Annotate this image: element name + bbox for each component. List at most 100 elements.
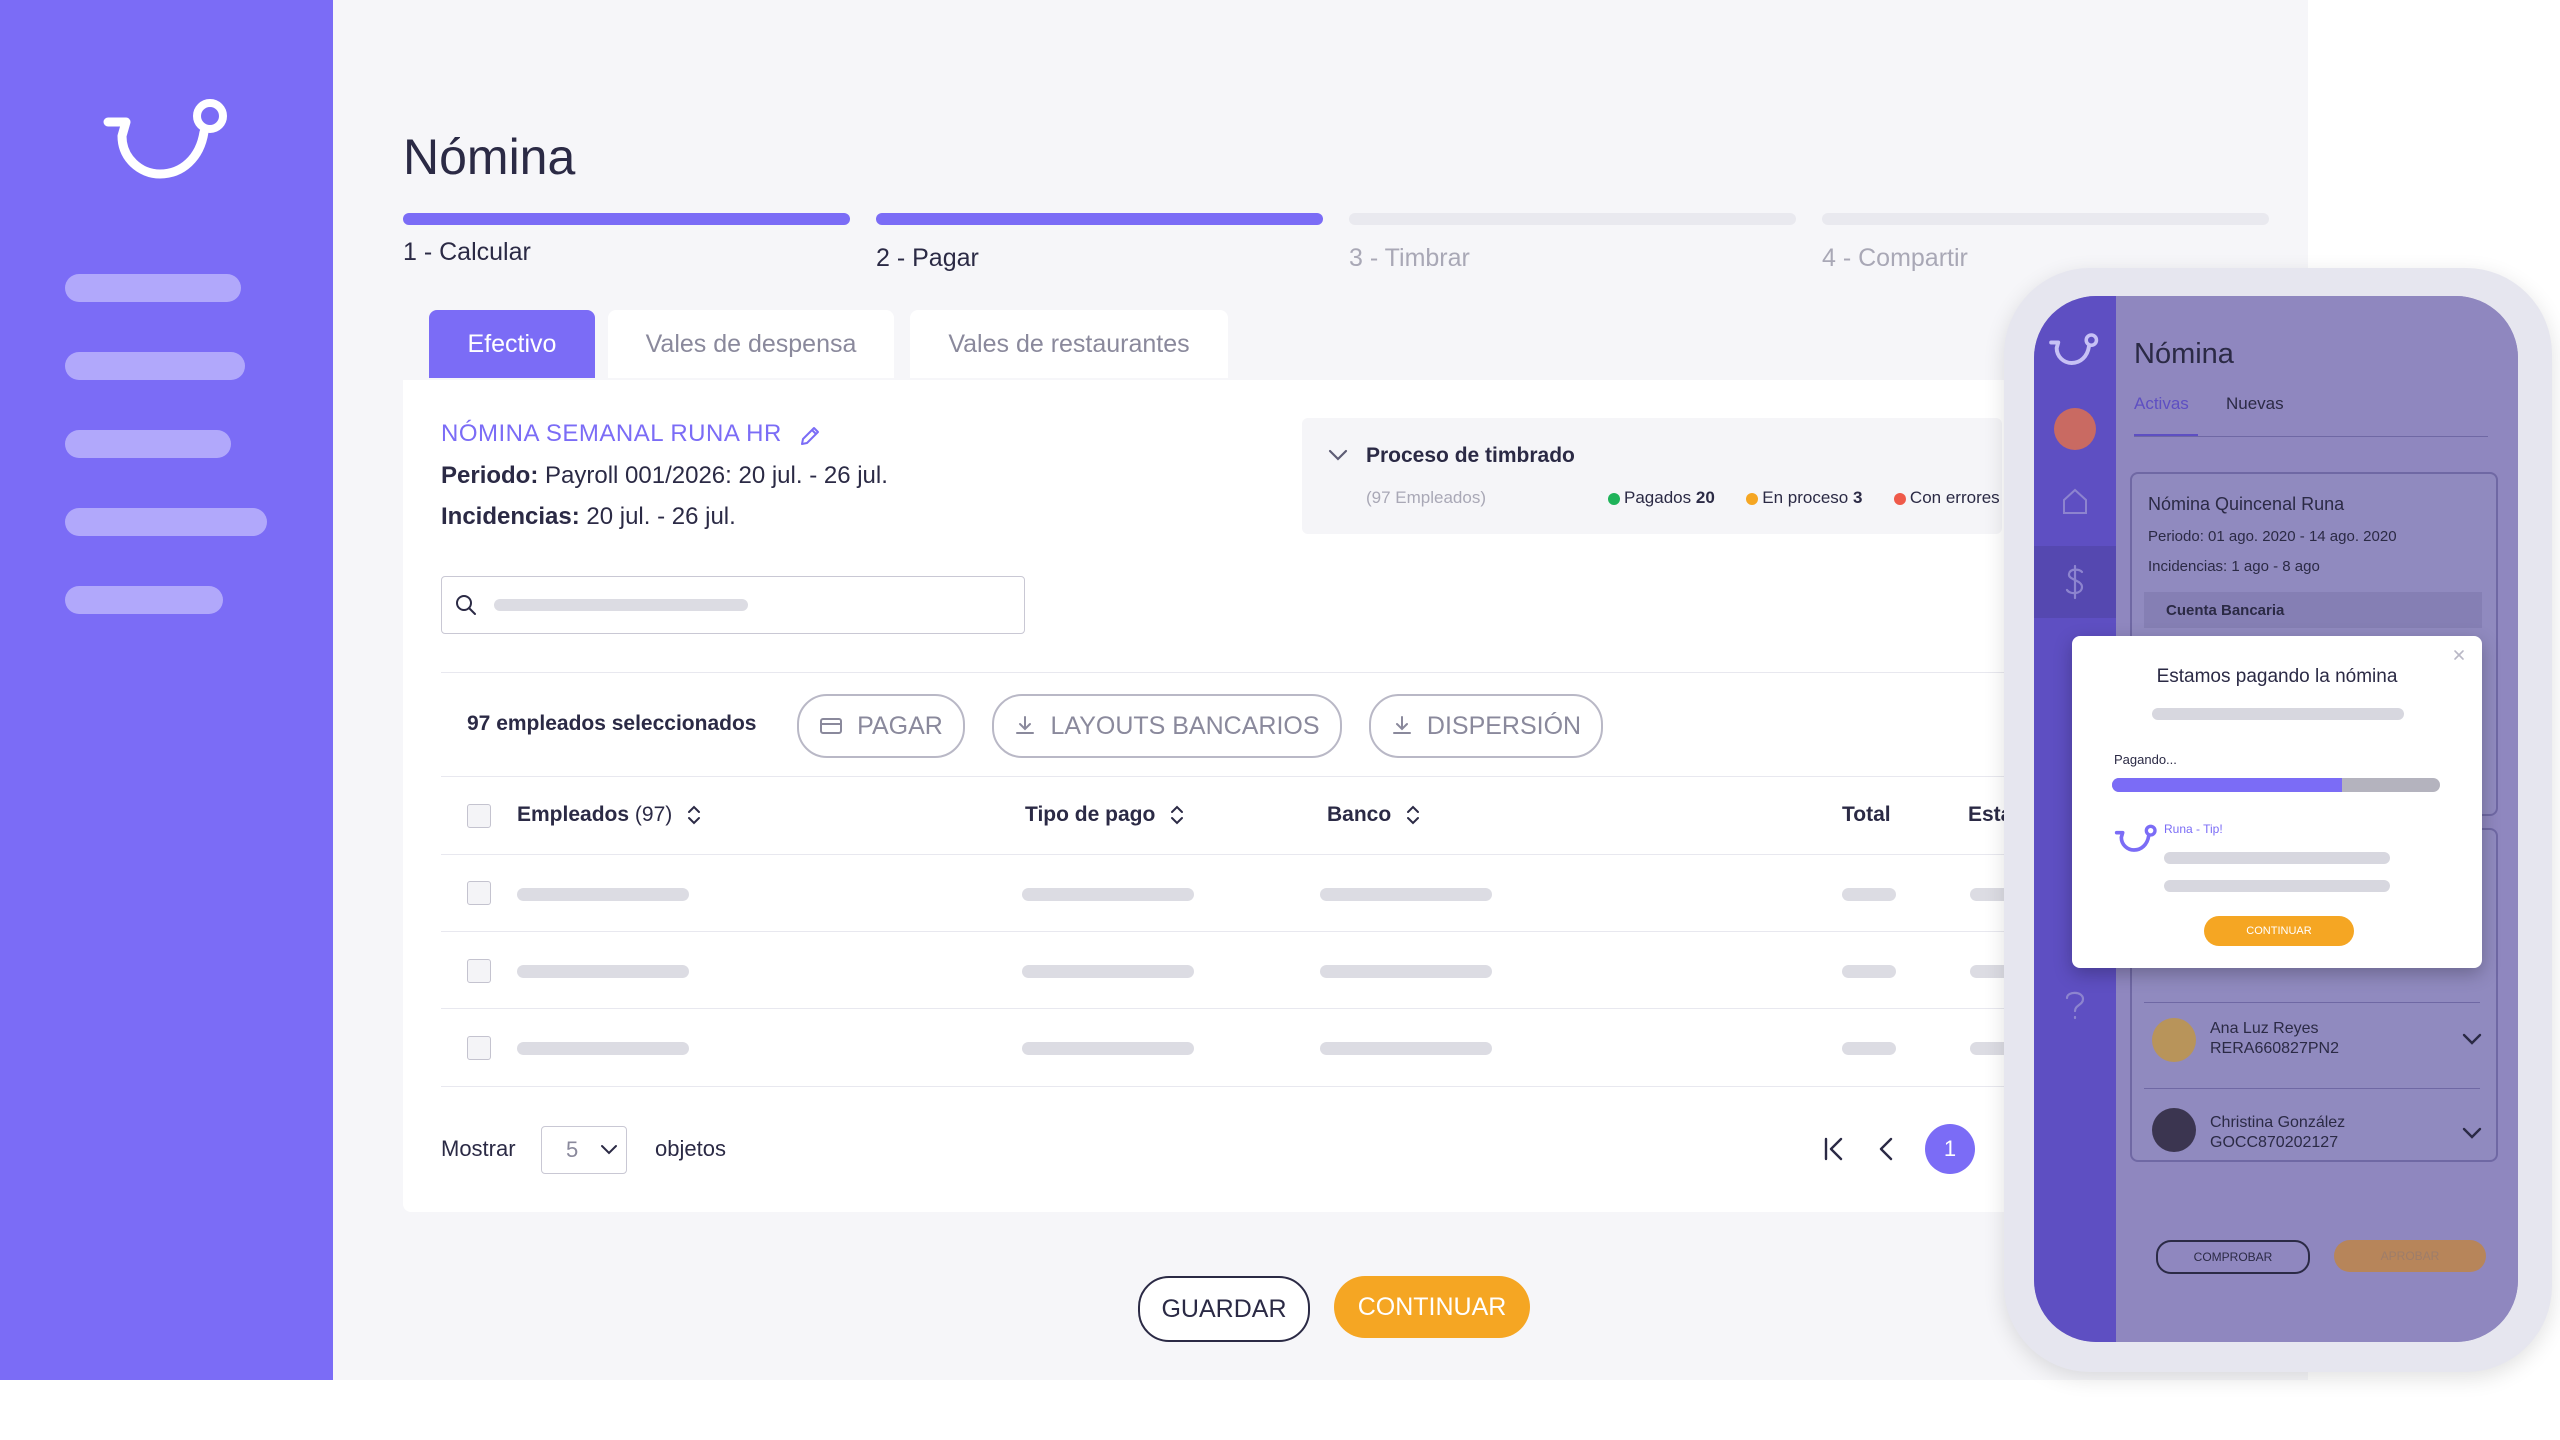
search-placeholder <box>494 599 748 611</box>
search-icon <box>456 595 476 615</box>
row-skeleton <box>1022 965 1194 978</box>
proceso-count: 3 <box>1852 488 1863 507</box>
prev-page-icon[interactable] <box>1876 1136 1896 1162</box>
page-button-current[interactable]: 1 <box>1925 1124 1975 1174</box>
continuar-button[interactable]: CONTINUAR <box>1334 1276 1530 1338</box>
page-title: Nómina <box>403 129 576 185</box>
phone-comprobar-button[interactable]: COMPROBAR <box>2156 1240 2310 1274</box>
search-input[interactable] <box>441 576 1025 634</box>
runa-logo-icon <box>2049 333 2099 365</box>
step-label-compartir[interactable]: 4 - Compartir <box>1822 244 1968 273</box>
payroll-name: NÓMINA SEMANAL RUNA HR <box>441 420 782 447</box>
chevron-down-icon <box>601 1145 618 1155</box>
col-total[interactable]: Total <box>1842 803 1891 827</box>
col-banco[interactable]: Banco <box>1327 803 1421 827</box>
modal-skeleton <box>2164 852 2390 864</box>
sort-icon[interactable] <box>1405 803 1421 827</box>
divider <box>441 931 2053 932</box>
avatar <box>2152 1108 2196 1152</box>
phone-divider <box>2144 1088 2480 1089</box>
home-icon[interactable] <box>2060 486 2090 516</box>
phone-card-title: Nómina Quincenal Runa <box>2148 494 2345 514</box>
employee-id: GOCC870202127 <box>2210 1134 2339 1151</box>
modal-skeleton <box>2152 708 2404 720</box>
col-tipo-pago[interactable]: Tipo de pago <box>1025 803 1185 827</box>
incidencias-value: 20 jul. - 26 jul. <box>586 503 736 530</box>
objects-label: objetos <box>655 1136 726 1161</box>
row-skeleton <box>1022 888 1194 901</box>
col-empleados[interactable]: Empleados (97) <box>517 803 702 827</box>
phone-card-cuenta: Cuenta Bancaria <box>2166 602 2285 619</box>
modal-tip-label: Runa - Tip! <box>2164 822 2223 836</box>
pencil-icon[interactable] <box>798 424 822 448</box>
pagados-label: Pagados <box>1624 488 1692 507</box>
timbrado-subtitle: (97 Empleados) <box>1366 488 1487 507</box>
col-empleados-label: Empleados <box>517 803 630 826</box>
chevron-down-icon[interactable] <box>1328 448 1348 462</box>
incidencias-label: Incidencias: <box>441 503 580 530</box>
download-icon <box>1392 716 1411 734</box>
modal-progress-track <box>2112 778 2440 792</box>
sidebar-item-2[interactable] <box>65 352 245 380</box>
row-checkbox[interactable] <box>467 881 491 905</box>
sidebar-item-5[interactable] <box>65 586 223 614</box>
row-skeleton <box>1842 888 1896 901</box>
phone-tab-nuevas[interactable]: Nuevas <box>2226 394 2284 414</box>
sidebar-item-3[interactable] <box>65 430 231 458</box>
step-bar-compartir <box>1822 213 2269 225</box>
modal-progress-fill <box>2112 778 2342 792</box>
row-checkbox[interactable] <box>467 959 491 983</box>
employee-id: RERA660827PN2 <box>2210 1040 2339 1057</box>
row-skeleton <box>1842 1042 1896 1055</box>
sidebar-item-4[interactable] <box>65 508 267 536</box>
divider <box>441 672 2053 673</box>
sort-icon[interactable] <box>1169 803 1185 827</box>
phone-card-incidencias: Incidencias: 1 ago - 8 ago <box>2148 558 2320 575</box>
periodo-label: Periodo: <box>441 462 539 489</box>
sidebar-item-1[interactable] <box>65 274 241 302</box>
phone-aprobar-button[interactable]: APROBAR <box>2334 1240 2486 1272</box>
pagados-count: 20 <box>1695 488 1715 507</box>
chevron-down-icon[interactable] <box>2462 1032 2482 1046</box>
step-label-calcular[interactable]: 1 - Calcular <box>403 238 531 267</box>
page-size-select[interactable]: 5 <box>541 1126 627 1174</box>
modal-continuar-button[interactable]: CONTINUAR <box>2204 916 2354 946</box>
phone-tab-activas[interactable]: Activas <box>2134 394 2189 414</box>
row-skeleton <box>517 888 689 901</box>
selected-count: 97 empleados seleccionados <box>467 712 757 735</box>
step-bar-calcular <box>403 213 850 225</box>
guardar-button[interactable]: GUARDAR <box>1138 1276 1310 1342</box>
chevron-down-icon[interactable] <box>2462 1126 2482 1140</box>
pagar-button[interactable]: PAGAR <box>797 694 965 758</box>
errores-label: Con errores <box>1909 488 2000 507</box>
first-page-icon[interactable] <box>1822 1136 1846 1162</box>
runa-logo-icon <box>2114 824 2157 852</box>
payroll-incidencias: Incidencias: 20 jul. - 26 jul. <box>441 503 736 531</box>
divider <box>441 854 2053 855</box>
tab-efectivo[interactable]: Efectivo <box>429 310 595 378</box>
dispersion-label: DISPERSIÓN <box>1426 711 1582 740</box>
layouts-label: LAYOUTS BANCARIOS <box>1050 711 1320 740</box>
dispersion-button[interactable]: DISPERSIÓN <box>1369 694 1603 758</box>
pagar-label: PAGAR <box>857 711 943 740</box>
sidebar <box>0 0 333 1380</box>
sort-icon[interactable] <box>686 803 702 827</box>
row-skeleton <box>1320 965 1492 978</box>
row-checkbox[interactable] <box>467 1036 491 1060</box>
tab-vales-restaurantes[interactable]: Vales de restaurantes <box>910 310 1228 378</box>
layouts-bancarios-button[interactable]: LAYOUTS BANCARIOS <box>992 694 1342 758</box>
step-label-timbrar[interactable]: 3 - Timbrar <box>1349 244 1470 273</box>
avatar[interactable] <box>2054 408 2096 450</box>
phone-divider <box>2144 1002 2480 1003</box>
phone-divider <box>2134 436 2488 437</box>
select-all-checkbox[interactable] <box>467 804 491 828</box>
help-icon[interactable] <box>2062 988 2088 1024</box>
step-label-pagar[interactable]: 2 - Pagar <box>876 244 979 273</box>
status-dot-error <box>1893 492 1906 505</box>
close-icon[interactable] <box>2452 648 2466 662</box>
col-empleados-count: (97) <box>634 803 673 826</box>
divider <box>441 1086 2053 1087</box>
tab-vales-despensa[interactable]: Vales de despensa <box>608 310 894 378</box>
phone-card-periodo: Periodo: 01 ago. 2020 - 14 ago. 2020 <box>2148 528 2397 545</box>
download-icon <box>1016 716 1035 734</box>
